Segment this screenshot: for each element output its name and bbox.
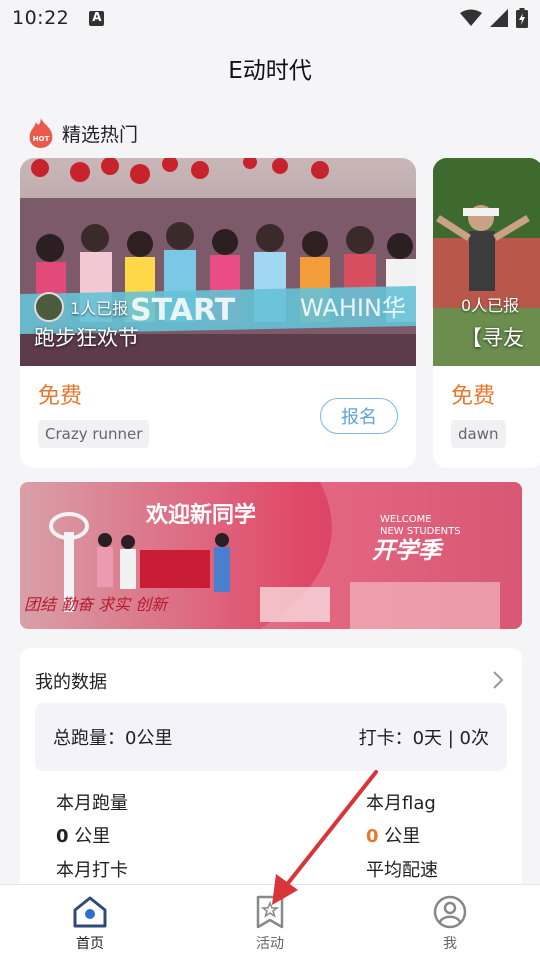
- signal-icon: [490, 9, 508, 27]
- hot-section-title: 精选热门: [62, 123, 139, 146]
- activity-icon: [256, 895, 284, 929]
- organizer-tag: Crazy runner: [38, 420, 150, 448]
- banner-welcome-1: WELCOME: [380, 514, 432, 525]
- page-title: E动时代: [228, 58, 312, 84]
- joined-count: 1人已报: [34, 292, 128, 322]
- organizer-tag: dawn: [451, 420, 506, 448]
- bottom-nav: 首页 活动 我: [0, 884, 540, 960]
- nav-profile-label: 我: [443, 936, 457, 952]
- banner-subtitle: 开学季: [372, 537, 444, 564]
- joined-count: 0人已报: [461, 292, 519, 316]
- home-icon: [73, 896, 107, 928]
- my-data-card: 我的数据 总跑量：0公里 打卡：0天 | 0次 本月跑量 0 公里 本月打卡 本…: [20, 648, 522, 918]
- activity-title: 【寻友: [461, 326, 524, 350]
- activity-price: 免费: [451, 384, 496, 409]
- activity-card[interactable]: 0人已报 【寻友 免费 dawn: [433, 158, 540, 468]
- status-time: 10:22: [12, 7, 70, 29]
- hot-flame-icon: HOT: [29, 118, 53, 148]
- nav-home[interactable]: 首页: [0, 885, 180, 960]
- joined-count-text: 1人已报: [70, 299, 129, 318]
- activity-price: 免费: [38, 384, 83, 409]
- svg-text:START: START: [130, 293, 236, 328]
- month-flag-label: 本月flag: [366, 793, 436, 814]
- notification-a-icon: [89, 10, 105, 26]
- profile-icon: [433, 895, 467, 929]
- nav-profile[interactable]: 我: [360, 885, 540, 960]
- hot-section-header: HOT 精选热门: [28, 118, 138, 148]
- chevron-right-icon[interactable]: [492, 670, 504, 690]
- checkin-summary: 打卡：0天 | 0次: [358, 728, 489, 749]
- month-checkin-label: 本月打卡: [56, 860, 128, 881]
- month-distance-number: 0: [56, 826, 69, 847]
- month-distance-value: 0 公里: [56, 822, 110, 848]
- my-data-title: 我的数据: [35, 672, 107, 693]
- wifi-icon: [460, 9, 482, 26]
- status-icons: [460, 8, 528, 28]
- month-distance-label: 本月跑量: [56, 793, 128, 814]
- activity-title: 跑步狂欢节: [34, 326, 139, 350]
- nav-activity[interactable]: 活动: [180, 885, 360, 960]
- svg-text:WAHIN华: WAHIN华: [300, 294, 406, 322]
- joined-count-text: 0人已报: [461, 296, 520, 315]
- nav-activity-label: 活动: [256, 936, 284, 952]
- activity-card[interactable]: START WAHIN华 1人已报 跑步狂欢节 免费 Crazy runner …: [20, 158, 416, 468]
- banner-title: 欢迎新同学: [145, 502, 256, 528]
- data-summary: 总跑量：0公里 打卡：0天 | 0次: [35, 703, 507, 771]
- nav-home-label: 首页: [76, 936, 104, 952]
- month-distance-unit: 公里: [74, 826, 111, 847]
- status-bar: 10:22: [0, 0, 540, 36]
- total-distance: 总跑量：0公里: [53, 728, 173, 749]
- participant-avatar: [34, 292, 64, 322]
- svg-text:HOT: HOT: [33, 135, 50, 143]
- avg-pace-label: 平均配速: [366, 860, 438, 881]
- month-flag-value: 0 公里: [366, 822, 420, 848]
- app-header: E动时代: [0, 36, 540, 100]
- banner-welcome-2: NEW STUDENTS: [380, 526, 461, 537]
- signup-button[interactable]: 报名: [320, 398, 398, 434]
- banner-motto: 团结 勤奋 求实 创新: [24, 595, 169, 614]
- promo-banner[interactable]: 欢迎新同学 WELCOME NEW STUDENTS 开学季 团结 勤奋 求实 …: [20, 482, 522, 629]
- month-flag-unit: 公里: [384, 826, 421, 847]
- month-flag-number: 0: [366, 826, 379, 847]
- battery-icon: [516, 8, 528, 28]
